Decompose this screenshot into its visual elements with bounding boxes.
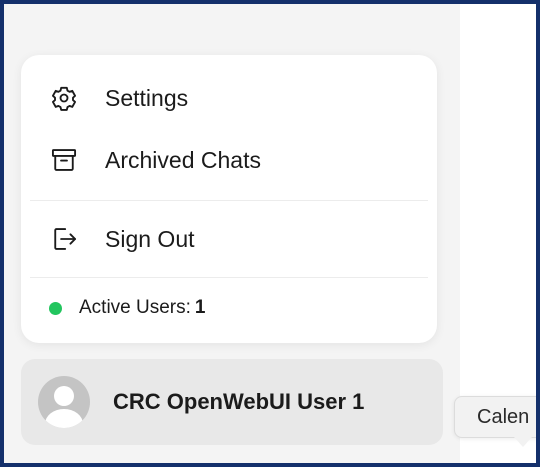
archive-box-icon (49, 145, 79, 175)
tooltip-tail (514, 437, 532, 447)
user-profile-button[interactable]: CRC OpenWebUI User 1 (21, 359, 443, 445)
user-menu-popup: Settings Archived Chats Sign Out Active … (21, 55, 437, 343)
main-content-area (460, 4, 536, 463)
menu-divider (30, 277, 428, 278)
active-users-count: 1 (194, 297, 206, 318)
active-users-label: Active Users: (79, 297, 191, 318)
sign-out-icon (49, 224, 79, 254)
menu-item-sign-out[interactable]: Sign Out (21, 211, 437, 267)
menu-item-archived-chats-label: Archived Chats (105, 146, 261, 173)
sidebar: Settings Archived Chats Sign Out Active … (4, 4, 460, 463)
menu-item-sign-out-label: Sign Out (105, 225, 195, 252)
screenshot-frame: Settings Archived Chats Sign Out Active … (0, 0, 540, 467)
menu-item-archived-chats[interactable]: Archived Chats (21, 132, 437, 188)
user-name: CRC OpenWebUI User 1 (113, 389, 365, 414)
user-avatar-icon (38, 376, 90, 428)
gear-icon (49, 83, 79, 113)
menu-divider (30, 200, 428, 201)
menu-item-settings[interactable]: Settings (21, 70, 437, 126)
active-users-status: Active Users: 1 (49, 293, 206, 323)
tooltip: Calen (454, 396, 536, 438)
online-status-dot (49, 301, 62, 315)
menu-item-settings-label: Settings (105, 84, 189, 111)
